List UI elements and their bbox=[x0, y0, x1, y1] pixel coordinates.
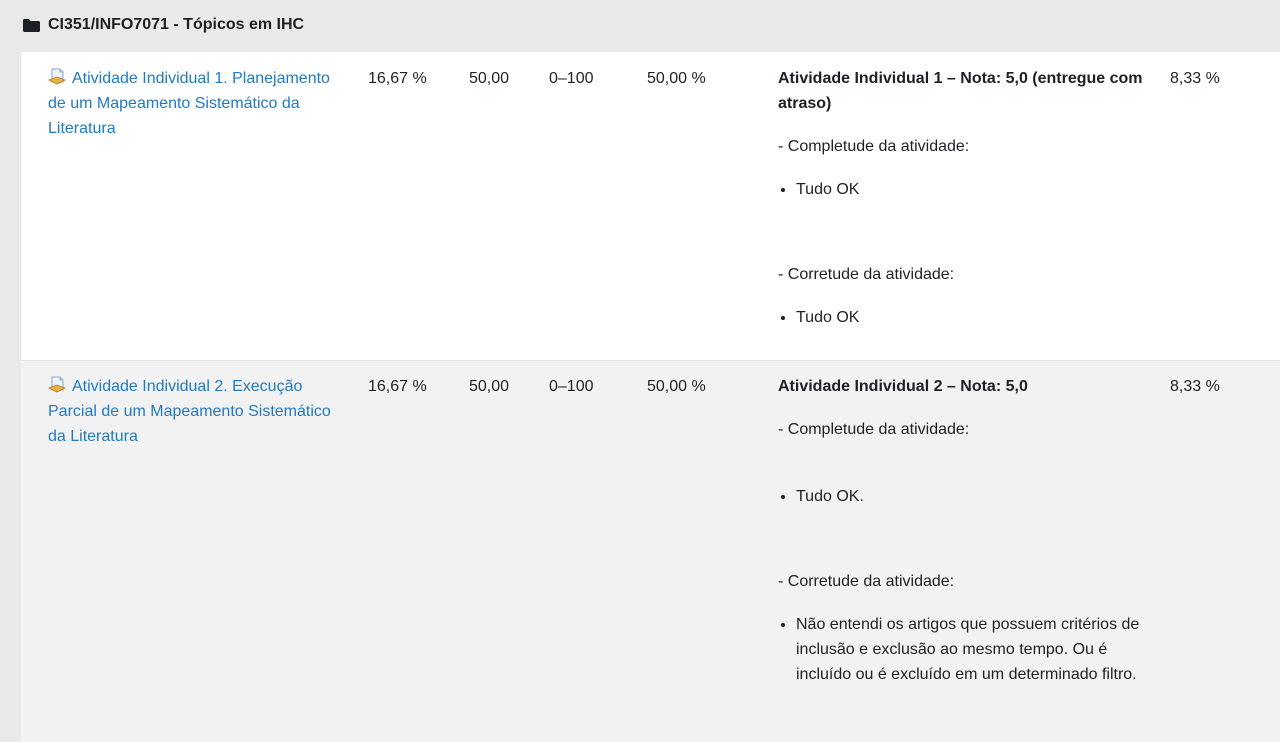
folder-icon bbox=[23, 19, 40, 32]
feedback: Atividade Individual 2 – Nota: 5,0 - Com… bbox=[778, 374, 1148, 687]
percentage-value: 50,00 % bbox=[647, 378, 706, 395]
feedback-correctness-label: - Corretude da atividade: bbox=[778, 266, 955, 283]
assignment-icon bbox=[48, 68, 66, 85]
category-title: CI351/INFO7071 - Tópicos em IHC bbox=[48, 16, 305, 33]
grade-value: 50,00 bbox=[469, 70, 510, 87]
assignment-icon bbox=[48, 376, 66, 393]
contribution-value: 8,33 % bbox=[1170, 70, 1220, 87]
grade-item-name: Atividade Individual 2. Execução Parcial… bbox=[48, 378, 331, 445]
feedback-correctness-list: Tudo OK bbox=[778, 305, 1148, 330]
feedback-title: Atividade Individual 1 – Nota: 5,0 (entr… bbox=[778, 70, 1143, 112]
grade-item-link[interactable]: Atividade Individual 1. Planejamento de … bbox=[48, 66, 348, 141]
feedback-title: Atividade Individual 2 – Nota: 5,0 bbox=[778, 378, 1028, 395]
feedback-completeness-label: - Completude da atividade: bbox=[778, 421, 970, 438]
range-value: 0–100 bbox=[549, 378, 594, 395]
grade-item-link[interactable]: Atividade Individual 2. Execução Parcial… bbox=[48, 374, 348, 449]
feedback-completeness-list: Tudo OK. bbox=[778, 484, 1148, 509]
feedback-list-item: Tudo OK. bbox=[796, 484, 1148, 509]
feedback-list-item: Não entendi os artigos que possuem crité… bbox=[796, 612, 1148, 687]
category-header: CI351/INFO7071 - Tópicos em IHC bbox=[0, 0, 1280, 52]
contribution-value: 8,33 % bbox=[1170, 378, 1220, 395]
feedback-list-item: Tudo OK bbox=[796, 177, 1148, 202]
grade-item-name: Atividade Individual 1. Planejamento de … bbox=[48, 70, 330, 137]
range-value: 0–100 bbox=[549, 70, 594, 87]
grade-row: Atividade Individual 2. Execução Parcial… bbox=[21, 360, 1280, 742]
percentage-value: 50,00 % bbox=[647, 70, 706, 87]
grade-row: Atividade Individual 1. Planejamento de … bbox=[21, 52, 1280, 360]
feedback-correctness-list: Não entendi os artigos que possuem crité… bbox=[778, 612, 1148, 687]
grade-value: 50,00 bbox=[469, 378, 510, 395]
feedback-correctness-label: - Corretude da atividade: bbox=[778, 573, 955, 590]
feedback: Atividade Individual 1 – Nota: 5,0 (entr… bbox=[778, 66, 1148, 330]
weight-value: 16,67 % bbox=[368, 378, 427, 395]
feedback-completeness-list: Tudo OK bbox=[778, 177, 1148, 202]
feedback-list-item: Tudo OK bbox=[796, 305, 1148, 330]
weight-value: 16,67 % bbox=[368, 70, 427, 87]
feedback-completeness-label: - Completude da atividade: bbox=[778, 138, 970, 155]
